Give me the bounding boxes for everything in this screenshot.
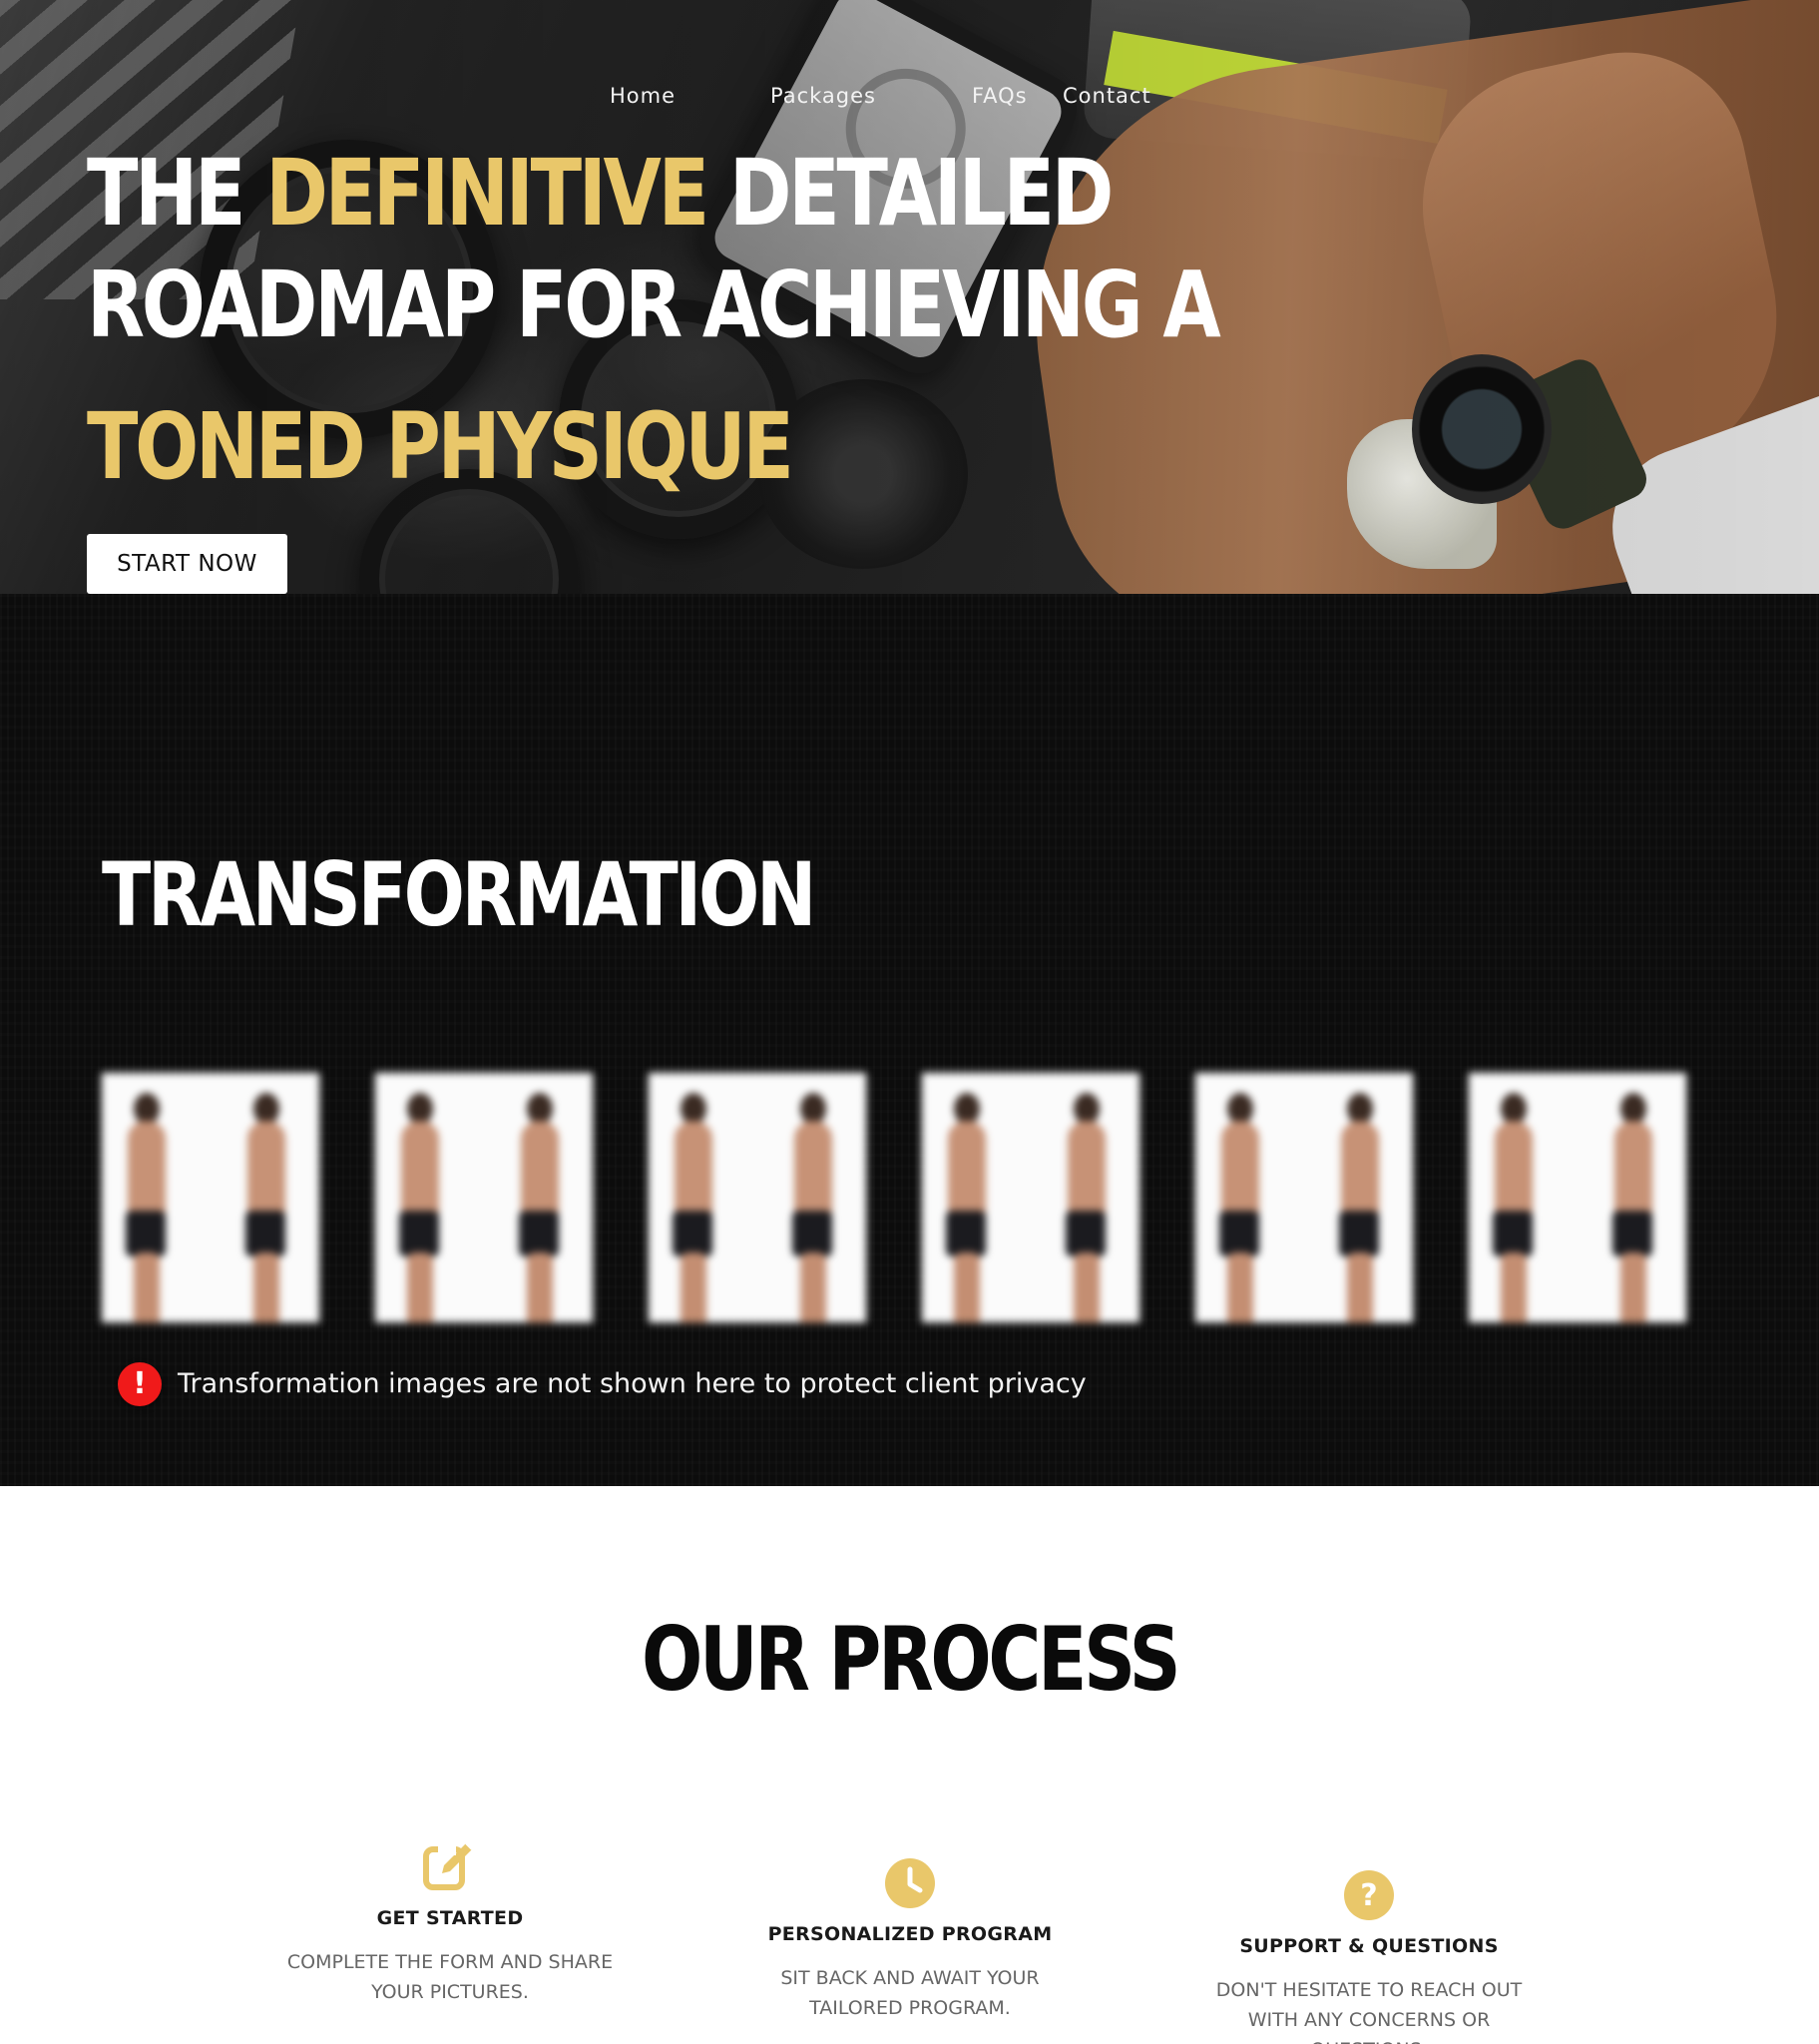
transformation-thumbnail <box>1469 1073 1686 1322</box>
process-step-title: PERSONALIZED PROGRAM <box>767 1923 1053 1945</box>
transformation-thumbnail <box>375 1073 593 1322</box>
main-nav: Home Packages FAQs Contact <box>0 84 1819 114</box>
blurred-figure <box>393 1093 445 1322</box>
figure-shorts <box>1612 1211 1652 1257</box>
process-step-personalized-program: PERSONALIZED PROGRAM SIT BACK AND AWAIT … <box>700 1857 1120 2023</box>
figure-shorts <box>946 1211 986 1257</box>
transformation-title: TRANSFORMATION <box>102 843 816 946</box>
hero-headline-line1: THE DEFINITIVE DETAILED <box>87 148 1114 240</box>
figure-torso <box>794 1121 832 1221</box>
process-step-title: SUPPORT & QUESTIONS <box>1239 1935 1499 1957</box>
figure-torso <box>401 1121 439 1221</box>
question-icon: ? <box>1344 1870 1394 1920</box>
figure-legs <box>1347 1253 1373 1322</box>
nav-contact[interactable]: Contact <box>1063 84 1151 108</box>
transformation-thumbnail <box>1195 1073 1413 1322</box>
figure-torso <box>521 1121 559 1221</box>
figure-shorts <box>519 1211 559 1257</box>
blurred-figure <box>239 1093 291 1322</box>
process-title-text: OUR PROCESS <box>641 1608 1181 1711</box>
nav-packages[interactable]: Packages <box>770 84 876 108</box>
figure-legs <box>1074 1253 1100 1322</box>
process-step-get-started: GET STARTED COMPLETE THE FORM AND SHARE … <box>240 1837 660 2007</box>
transformation-section: TRANSFORMATION ! Transformation images a… <box>0 594 1819 1486</box>
blurred-figure <box>940 1093 992 1322</box>
figure-shorts <box>1339 1211 1379 1257</box>
figure-legs <box>407 1253 433 1322</box>
alert-icon: ! <box>118 1362 162 1406</box>
figure-torso <box>247 1121 285 1221</box>
blurred-figure <box>786 1093 838 1322</box>
figure-legs <box>1227 1253 1253 1322</box>
figure-torso <box>1341 1121 1379 1221</box>
figure-shorts <box>792 1211 832 1257</box>
blurred-figure <box>667 1093 718 1322</box>
transformation-thumbnail <box>922 1073 1139 1322</box>
figure-shorts <box>126 1211 166 1257</box>
blurred-figure <box>120 1093 172 1322</box>
hero-section: Home Packages FAQs Contact THE DEFINITIV… <box>0 0 1819 594</box>
process-step-description: COMPLETE THE FORM AND SHARE YOUR PICTURE… <box>286 1951 614 2003</box>
figure-shorts <box>673 1211 712 1257</box>
blurred-figure <box>513 1093 565 1322</box>
figure-torso <box>948 1121 986 1221</box>
nav-home[interactable]: Home <box>610 84 676 108</box>
hero-headline-line3: TONED PHYSIQUE <box>87 393 794 500</box>
figure-legs <box>527 1253 553 1322</box>
figure-legs <box>1501 1253 1527 1322</box>
process-step-description: DON'T HESITATE TO REACH OUT WITH ANY CON… <box>1215 1979 1523 2044</box>
figure-torso <box>128 1121 166 1221</box>
blurred-figure <box>1060 1093 1112 1322</box>
figure-legs <box>1620 1253 1646 1322</box>
nav-faqs[interactable]: FAQs <box>972 84 1028 108</box>
hero-headline-line2: ROADMAP FOR ACHIEVING A <box>87 252 1221 358</box>
start-now-button[interactable]: START NOW <box>87 534 287 594</box>
process-title: OUR PROCESS <box>0 1616 1819 1704</box>
transformation-gallery <box>102 1073 1688 1322</box>
figure-shorts <box>245 1211 285 1257</box>
figure-torso <box>675 1121 712 1221</box>
figure-torso <box>1068 1121 1106 1221</box>
figure-torso <box>1495 1121 1533 1221</box>
process-section: OUR PROCESS GET STARTED COMPLETE THE FOR… <box>0 1486 1819 2044</box>
figure-legs <box>253 1253 279 1322</box>
blurred-figure <box>1487 1093 1539 1322</box>
process-step-title: GET STARTED <box>376 1907 524 1929</box>
privacy-notice-text: Transformation images are not shown here… <box>178 1368 1087 1399</box>
transformation-thumbnail <box>649 1073 866 1322</box>
hero-headline-highlight: DEFINITIVE <box>265 140 709 247</box>
blurred-figure <box>1213 1093 1265 1322</box>
edit-icon <box>423 1842 473 1890</box>
figure-legs <box>134 1253 160 1322</box>
figure-shorts <box>1493 1211 1533 1257</box>
process-step-description: SIT BACK AND AWAIT YOUR TAILORED PROGRAM… <box>780 1967 1040 2019</box>
process-step-support: ? SUPPORT & QUESTIONS DON'T HESITATE TO … <box>1159 1869 1579 2044</box>
clock-icon <box>885 1858 935 1908</box>
figure-legs <box>954 1253 980 1322</box>
figure-torso <box>1221 1121 1259 1221</box>
figure-legs <box>800 1253 826 1322</box>
blurred-figure <box>1333 1093 1385 1322</box>
figure-shorts <box>399 1211 439 1257</box>
blurred-figure <box>1606 1093 1658 1322</box>
figure-shorts <box>1219 1211 1259 1257</box>
figure-shorts <box>1066 1211 1106 1257</box>
figure-legs <box>681 1253 706 1322</box>
transformation-thumbnail <box>102 1073 319 1322</box>
hero-headline-prefix: THE <box>87 140 266 247</box>
hero-headline-suffix: DETAILED <box>705 140 1114 247</box>
figure-torso <box>1614 1121 1652 1221</box>
svg-text:?: ? <box>1360 1878 1377 1913</box>
